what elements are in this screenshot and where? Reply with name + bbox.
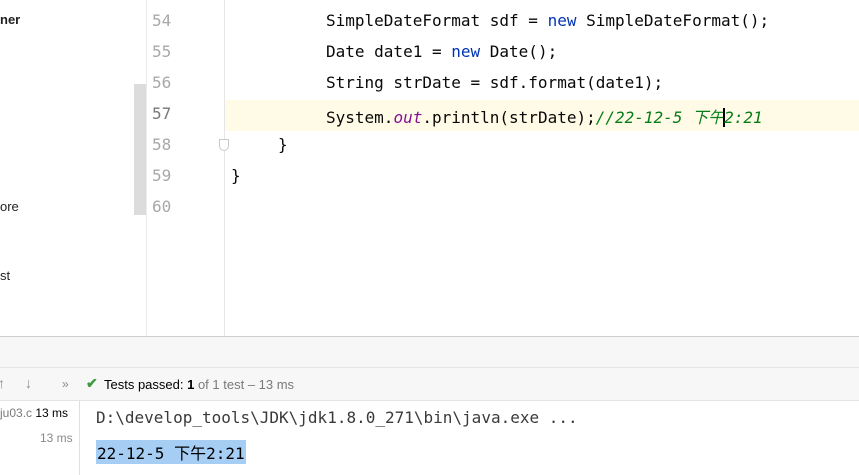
code-line-current[interactable]: System.out.println(strDate);//22-12-5 下午… [326,104,763,128]
line-number: 54 [152,11,172,30]
status-label: Tests passed: [104,377,188,392]
code-line[interactable]: String strDate = sdf.format(date1); [326,73,663,92]
code-text: SimpleDateFormat(); [576,11,770,30]
tree-item[interactable]: ore [0,199,19,214]
line-number: 60 [152,197,172,216]
code-comment: 2:21 [724,108,763,127]
code-text: .println(strDate); [422,108,596,127]
console-output-line: 22-12-5 下午2:21 [96,440,246,464]
code-text: Date date1 = [326,42,452,61]
gutter-separator [224,0,225,336]
line-number: 59 [152,166,172,185]
static-field: out [393,108,423,127]
arrow-up-icon[interactable]: ↑ [0,375,5,391]
tree-item[interactable]: ner [0,12,20,27]
test-row[interactable]: ju03.c 13 ms [0,406,68,420]
keyword-new: new [451,42,481,61]
arrow-down-icon[interactable]: ↓ [25,375,32,391]
more-icon[interactable]: » [62,377,69,391]
project-tree-scrollbar[interactable] [134,84,146,215]
console-command: D:\develop_tools\JDK\jdk1.8.0_271\bin\ja… [96,408,578,427]
code-line[interactable]: Date date1 = new Date(); [326,42,557,61]
code-text: System. [326,108,394,127]
test-time: 13 ms [35,406,69,420]
line-number: 58 [152,135,172,154]
status-detail: of 1 test – 13 ms [194,377,295,392]
code-text: Date(); [480,42,558,61]
test-row[interactable]: 13 ms [40,431,73,445]
code-line[interactable]: } [278,135,288,154]
line-number: 55 [152,42,172,61]
project-tree: ner ore st [0,0,134,336]
tree-item[interactable]: st [0,268,10,283]
test-name: ju03.c [0,406,33,420]
code-line[interactable]: SimpleDateFormat sdf = new SimpleDateFor… [326,11,769,30]
code-line[interactable]: } [231,166,241,185]
line-number-current: 57 [152,104,172,123]
code-comment: //22-12-5 下午 [595,108,725,127]
tests-status: Tests passed: 1 of 1 test – 13 ms [104,377,294,392]
tool-window-header [0,337,859,367]
keyword-new: new [547,11,577,30]
line-number: 56 [152,73,172,92]
check-icon: ✔ [86,375,98,391]
fold-icon[interactable] [219,139,229,151]
code-text: SimpleDateFormat sdf = [326,11,548,30]
test-time: 13 ms [40,431,73,445]
